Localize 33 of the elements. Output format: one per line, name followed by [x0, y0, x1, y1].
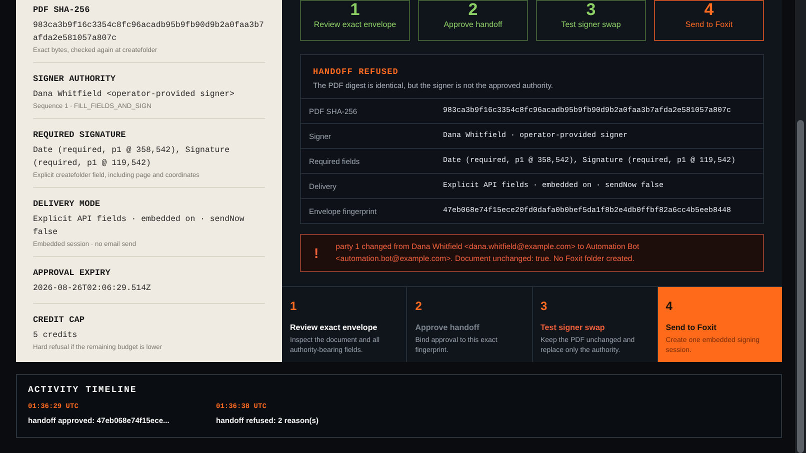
timeline-title: ACTIVITY TIMELINE	[28, 385, 138, 395]
section-title: APPROVAL EXPIRY	[33, 268, 112, 278]
section-title: DELIVERY MODE	[33, 199, 102, 209]
section-value: 5 credits	[33, 330, 78, 342]
step-number: 4	[666, 299, 674, 313]
section-title: SIGNER AUTHORITY	[33, 74, 117, 84]
step-number: 1	[290, 299, 298, 313]
section-title: PDF SHA-256	[33, 5, 91, 15]
section-value: 2026-08-26T02:06:29.514Z	[33, 283, 152, 295]
step-label: Approve handoff	[444, 20, 502, 29]
scrollbar-thumb[interactable]	[797, 120, 804, 453]
step-number: 2	[468, 1, 478, 18]
step-number: 3	[540, 299, 548, 313]
step-number: 1	[350, 1, 360, 18]
step-label: Review exact envelope	[314, 20, 396, 29]
alert-icon: !	[311, 245, 319, 261]
section-value: Explicit API fields · embedded on · sendNow false	[33, 214, 246, 239]
step-title: Test signer swap	[540, 323, 606, 332]
step-number: 2	[415, 299, 423, 313]
step-label: Test signer swap	[561, 20, 621, 29]
step-title: Approve handoff	[415, 323, 480, 332]
scrollbar[interactable]	[795, 0, 806, 453]
step-number: 4	[704, 1, 714, 18]
section-value: Date (required, p1 @ 358,542), Signature (required, p1 @ 119,542)	[33, 145, 231, 170]
section-value: 983ca3b9f16c3354c8fc96acadb95b9fb90d9b2a0faa3b7afda2e581057a807c	[33, 20, 265, 45]
section-value: Dana Whitfield <operator-provided signer>	[33, 89, 236, 101]
section-title: CREDIT CAP	[33, 315, 86, 325]
step-label: Send to Foxit	[685, 20, 733, 29]
section-title: REQUIRED SIGNATURE	[33, 130, 127, 140]
step-title: Review exact envelope	[290, 323, 378, 332]
step-title: Send to Foxit	[666, 323, 718, 332]
step-number: 3	[586, 1, 596, 18]
refusal-title: HANDOFF REFUSED	[313, 67, 400, 77]
